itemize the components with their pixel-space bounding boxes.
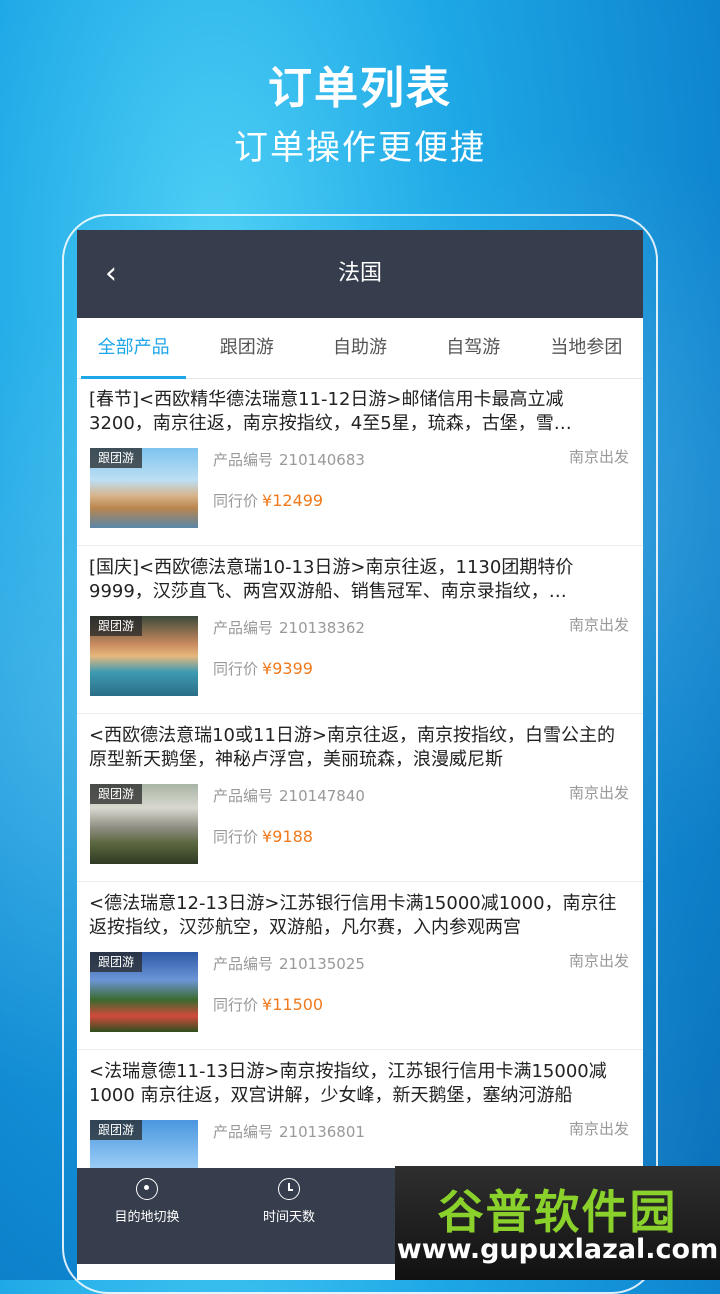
- product-thumbnail: 跟团游: [90, 616, 198, 696]
- price-value: 9399: [272, 659, 313, 678]
- code-value: 210140683: [279, 451, 365, 469]
- product-thumbnail: 跟团游: [90, 448, 198, 528]
- price-label: 同行价: [213, 828, 259, 846]
- product-title: <法瑞意德11-13日游>南京按指纹，江苏银行信用卡满15000减1000 南京…: [89, 1061, 607, 1106]
- location-pin-icon: [136, 1178, 158, 1200]
- code-value: 210135025: [279, 955, 365, 973]
- code-label: 产品编号: [213, 955, 274, 973]
- product-code: 产品编号 210138362: [213, 617, 365, 638]
- tab-group-tour[interactable]: 跟团游: [190, 318, 303, 378]
- product-thumbnail: 跟团游: [90, 784, 198, 864]
- price-value: 11500: [272, 995, 324, 1014]
- departure-city: 南京出发: [568, 1120, 629, 1138]
- product-price: 同行价 ¥9188: [213, 826, 313, 847]
- tour-type-tag: 跟团游: [90, 784, 143, 804]
- category-tabs: 全部产品 跟团游 自助游 自驾游 当地参团: [77, 318, 643, 379]
- departure-city: 南京出发: [568, 952, 629, 970]
- currency-symbol: ¥: [262, 827, 273, 846]
- time-days-button[interactable]: 时间天数: [219, 1178, 359, 1225]
- product-title: <德法瑞意12-13日游>江苏银行信用卡满15000减1000，南京往返按指纹，…: [89, 893, 617, 938]
- list-item[interactable]: [春节]<西欧精华德法瑞意11-12日游>邮储信用卡最高立减3200，南京往返，…: [77, 378, 643, 546]
- watermark-logo: 谷普软件园 www.gupuxlazal.com: [395, 1166, 720, 1280]
- tab-self-guided[interactable]: 自助游: [303, 318, 416, 378]
- nav-bar: ‹ 法国: [77, 230, 643, 318]
- destination-switch-button[interactable]: 目的地切换: [77, 1178, 217, 1225]
- currency-symbol: ¥: [262, 491, 273, 510]
- product-title: [春节]<西欧精华德法瑞意11-12日游>邮储信用卡最高立减3200，南京往返，…: [89, 389, 572, 434]
- product-code: 产品编号 210136801: [213, 1121, 365, 1142]
- product-price: 同行价 ¥12499: [213, 490, 323, 511]
- list-item[interactable]: <西欧德法意瑞10或11日游>南京往返，南京按指纹，白雪公主的原型新天鹅堡，神秘…: [77, 714, 643, 882]
- code-label: 产品编号: [213, 451, 274, 469]
- departure-city: 南京出发: [568, 784, 629, 802]
- departure-city: 南京出发: [568, 616, 629, 634]
- price-value: 12499: [272, 491, 324, 510]
- product-title: <西欧德法意瑞10或11日游>南京往返，南京按指纹，白雪公主的原型新天鹅堡，神秘…: [89, 725, 615, 770]
- price-label: 同行价: [213, 996, 259, 1014]
- watermark-text: 谷普软件园: [437, 1185, 678, 1239]
- code-label: 产品编号: [213, 787, 274, 805]
- clock-icon: [278, 1178, 300, 1200]
- code-value: 210136801: [279, 1123, 365, 1141]
- product-code: 产品编号 210140683: [213, 449, 365, 470]
- code-label: 产品编号: [213, 619, 274, 637]
- price-label: 同行价: [213, 492, 259, 510]
- tab-all-products[interactable]: 全部产品: [77, 318, 190, 379]
- product-code: 产品编号 210147840: [213, 785, 365, 806]
- departure-city: 南京出发: [568, 448, 629, 466]
- app-screen: ‹ 法国 全部产品 跟团游 自助游 自驾游 当地参团 [春节]<西欧精华德法瑞意…: [77, 230, 643, 1280]
- product-code: 产品编号 210135025: [213, 953, 365, 974]
- code-value: 210147840: [279, 787, 365, 805]
- tour-type-tag: 跟团游: [90, 952, 143, 972]
- tour-type-tag: 跟团游: [90, 448, 143, 468]
- price-label: 同行价: [213, 660, 259, 678]
- destination-switch-label: 目的地切换: [114, 1210, 180, 1225]
- hero-subtitle: 订单操作更便捷: [234, 128, 486, 168]
- currency-symbol: ¥: [262, 995, 273, 1014]
- tour-type-tag: 跟团游: [90, 1120, 143, 1140]
- list-item[interactable]: [国庆]<西欧德法意瑞10-13日游>南京往返，1130团期特价9999，汉莎直…: [77, 546, 643, 714]
- product-price: 同行价 ¥9399: [213, 658, 313, 679]
- page-title: 法国: [337, 261, 382, 286]
- code-label: 产品编号: [213, 1123, 274, 1141]
- product-list: [春节]<西欧精华德法瑞意11-12日游>邮储信用卡最高立减3200，南京往返，…: [77, 378, 643, 1218]
- product-thumbnail: 跟团游: [90, 952, 198, 1032]
- watermark-url: www.gupuxlazal.com: [396, 1234, 719, 1265]
- code-value: 210138362: [279, 619, 365, 637]
- product-title: [国庆]<西欧德法意瑞10-13日游>南京往返，1130团期特价9999，汉莎直…: [89, 557, 574, 602]
- tab-local-tour[interactable]: 当地参团: [530, 318, 643, 378]
- tab-self-drive[interactable]: 自驾游: [417, 318, 530, 378]
- hero-title: 订单列表: [268, 63, 452, 114]
- product-price: 同行价 ¥11500: [213, 994, 323, 1015]
- currency-symbol: ¥: [262, 659, 273, 678]
- tour-type-tag: 跟团游: [90, 616, 143, 636]
- list-item[interactable]: <德法瑞意12-13日游>江苏银行信用卡满15000减1000，南京往返按指纹，…: [77, 882, 643, 1050]
- price-value: 9188: [272, 827, 313, 846]
- time-days-label: 时间天数: [262, 1210, 315, 1225]
